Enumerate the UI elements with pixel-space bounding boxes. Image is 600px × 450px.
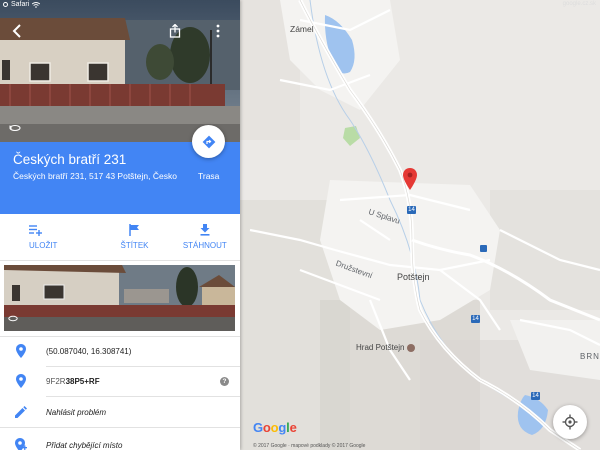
photo-thumbnail[interactable]	[4, 265, 235, 331]
location-pin-icon[interactable]	[403, 168, 417, 190]
add-place-text: Přidat chybějící místo	[46, 440, 123, 450]
map-label-potstejn: Potštejn	[397, 272, 430, 282]
street-view-360-button[interactable]	[4, 117, 26, 139]
download-button[interactable]: STÁHNOUT	[170, 214, 240, 260]
street-view-image	[0, 0, 240, 142]
place-pin-icon	[14, 344, 28, 358]
logo-letter: o	[262, 420, 271, 435]
save-button[interactable]: ULOŽIT	[0, 214, 99, 260]
coordinates-row[interactable]: (50.087040, 16.308741)	[0, 336, 240, 366]
save-list-icon	[29, 224, 42, 236]
report-problem-text: Nahlásit problém	[46, 407, 107, 417]
more-vert-icon	[216, 24, 220, 38]
map-view[interactable]: 14 14 14 Zámel U Splavu Družstevní Potšt…	[240, 0, 600, 450]
wifi-icon	[32, 1, 41, 8]
help-icon[interactable]: ?	[220, 376, 229, 386]
map-poi-castle[interactable]: Hrad Potštejn	[356, 343, 416, 352]
map-label-brna: BRNA	[580, 352, 600, 361]
transit-icon	[480, 245, 487, 252]
back-arrow-icon	[12, 24, 21, 38]
status-bar: Safari google.cz.sk	[0, 0, 600, 10]
status-left: Safari	[3, 1, 41, 8]
plus-code-pin-icon	[14, 374, 28, 388]
share-icon	[169, 24, 181, 38]
route-14-shield: 14	[471, 315, 480, 323]
more-options-button[interactable]	[207, 20, 229, 42]
rotate-360-icon	[8, 315, 18, 322]
castle-icon	[407, 343, 416, 352]
add-place-row[interactable]: Přidat chybějící místo	[0, 430, 240, 450]
back-to-app-icon	[3, 2, 8, 7]
add-place-icon	[14, 438, 28, 450]
divider	[0, 427, 240, 428]
back-button[interactable]	[6, 20, 28, 42]
status-right: google.cz.sk	[562, 1, 596, 7]
coordinates-text: (50.087040, 16.308741)	[46, 346, 132, 356]
logo-letter: g	[278, 420, 287, 435]
map-label-zamel: Zámel	[290, 24, 314, 34]
plus-code-main: 38P5+RF	[65, 376, 100, 386]
route-label[interactable]: Trasa	[198, 171, 219, 181]
logo-letter: e	[289, 420, 297, 435]
edit-pencil-icon	[14, 405, 28, 419]
divider	[0, 260, 240, 261]
route-14-shield: 14	[531, 392, 540, 400]
thumbnail-image	[4, 265, 235, 331]
action-bar: ULOŽIT ŠTÍTEK STÁHNOUT	[0, 214, 240, 260]
route-14-shield: 14	[407, 206, 416, 214]
my-location-button[interactable]	[553, 405, 587, 439]
crosshair-icon	[562, 414, 578, 430]
plus-code-row[interactable]: 9F2R38P5+RF ?	[0, 366, 240, 396]
map-label-hrad: Hrad Potštejn	[356, 343, 405, 352]
rotate-360-icon	[9, 124, 21, 132]
label-button[interactable]: ŠTÍTEK	[99, 214, 169, 260]
share-button[interactable]	[164, 20, 186, 42]
place-address: Českých bratří 231, 517 43 Potštejn, Čes…	[13, 171, 177, 181]
directions-button[interactable]	[192, 125, 225, 158]
street-view-photo[interactable]	[0, 0, 240, 142]
status-carrier: Safari	[11, 1, 30, 8]
save-button-label: ULOŽIT	[29, 240, 58, 250]
download-icon	[200, 224, 210, 236]
place-panel: Českých bratří 231 Českých bratří 231, 5…	[0, 0, 240, 450]
place-title: Českých bratří 231	[13, 152, 127, 167]
google-logo: Google	[253, 420, 297, 435]
plus-code-prefix: 9F2R	[46, 376, 66, 386]
logo-letter: G	[253, 420, 263, 435]
flag-icon	[129, 224, 139, 236]
report-problem-row[interactable]: Nahlásit problém	[0, 397, 240, 427]
plus-code-text: 9F2R38P5+RF	[46, 377, 100, 386]
download-button-label: STÁHNOUT	[182, 241, 227, 250]
map-copyright[interactable]: © 2017 Google · mapové podklady © 2017 G…	[253, 443, 365, 449]
directions-icon	[202, 135, 215, 148]
label-button-label: ŠTÍTEK	[120, 241, 149, 250]
map-canvas[interactable]	[240, 0, 600, 450]
